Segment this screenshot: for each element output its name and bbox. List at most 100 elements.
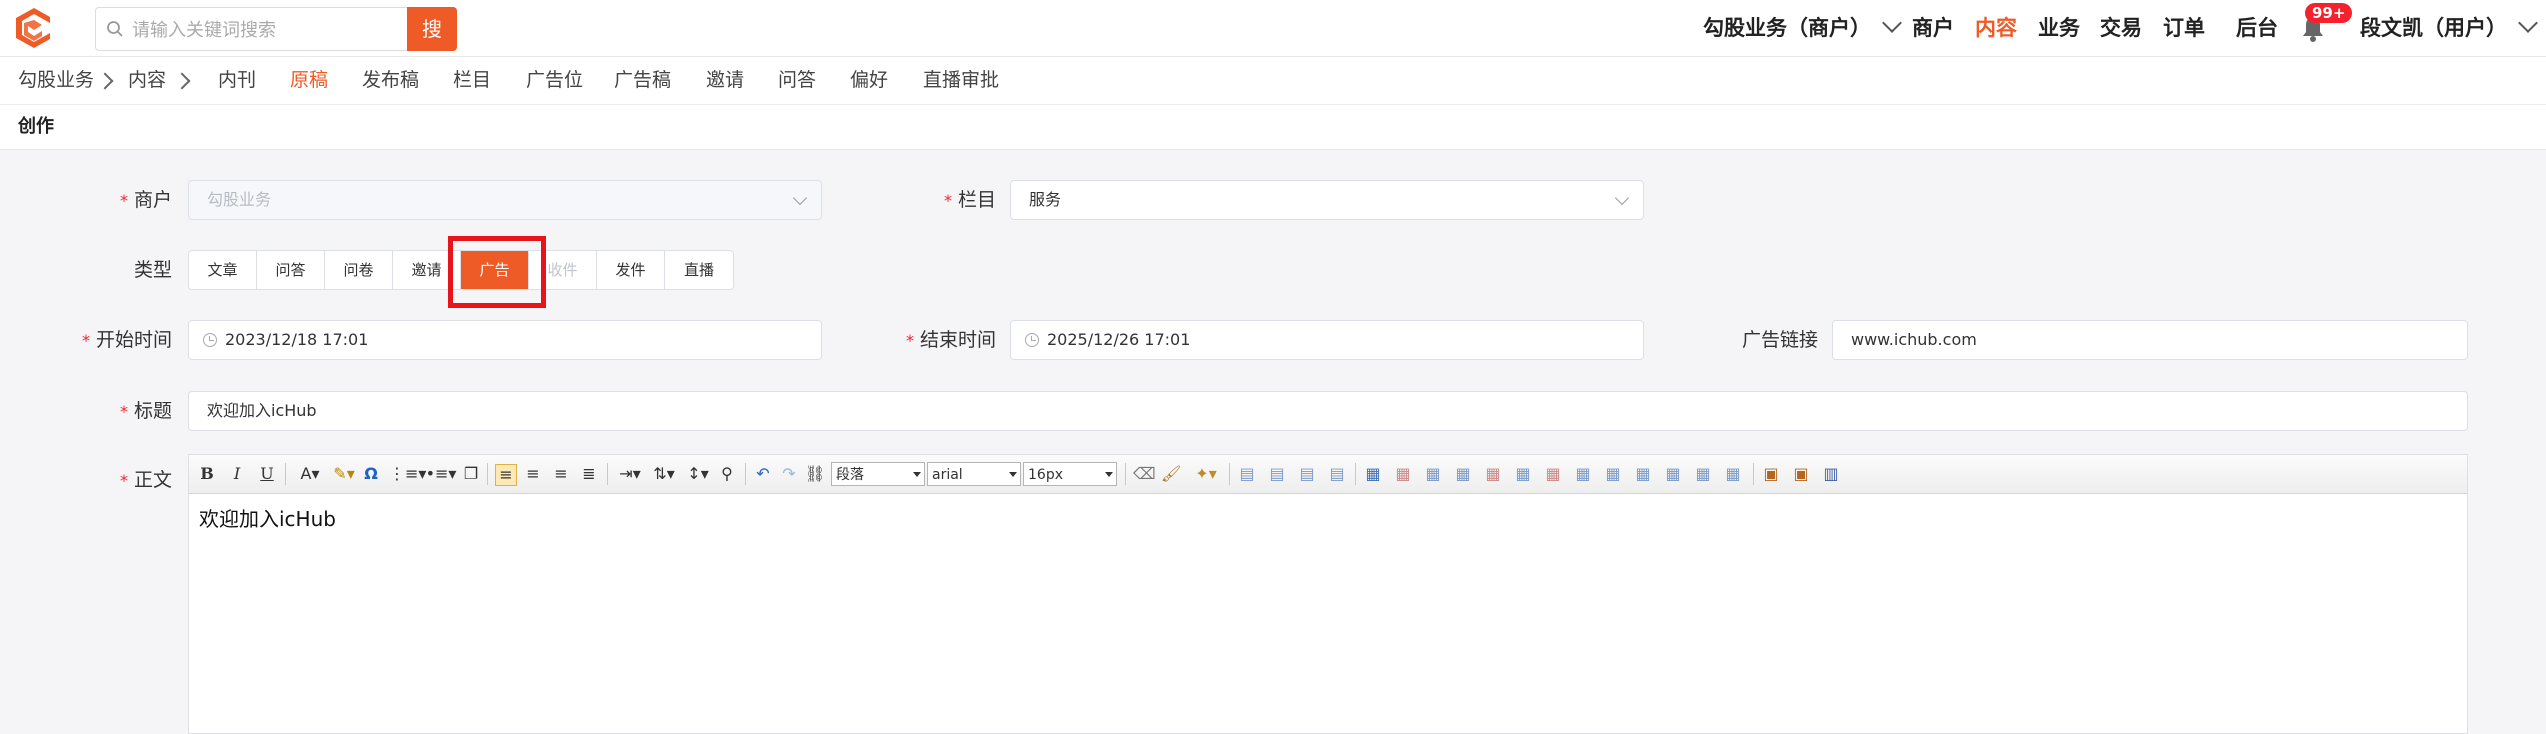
clock-icon bbox=[1025, 333, 1039, 347]
notification-badge: 99+ bbox=[2305, 3, 2353, 23]
editor-content[interactable]: 欢迎加入icHub bbox=[199, 503, 336, 532]
tab-columns[interactable]: 栏目 bbox=[453, 57, 491, 104]
special-char-button[interactable]: Ω bbox=[361, 464, 381, 484]
page-title: 创作 bbox=[18, 116, 54, 137]
nav-trade[interactable]: 交易 bbox=[2100, 0, 2142, 56]
start-time-value: 2023/12/18 17:01 bbox=[225, 330, 369, 349]
paragraph-spacing-icon[interactable]: ⇅▾ bbox=[649, 464, 679, 484]
insert-table-icon[interactable]: ▦ bbox=[1363, 464, 1383, 484]
unordered-list-icon[interactable]: •≡▾ bbox=[425, 464, 457, 484]
block-quote-icon[interactable]: ❐ bbox=[461, 464, 481, 484]
body-label-text: 正文 bbox=[133, 469, 172, 491]
type-option-outbox[interactable]: 发件 bbox=[597, 251, 665, 289]
tab-internal[interactable]: 内刊 bbox=[218, 57, 256, 104]
tab-ad-drafts[interactable]: 广告稿 bbox=[614, 57, 671, 104]
delete-table-icon[interactable]: ▦ bbox=[1393, 464, 1413, 484]
split-rows-icon[interactable]: ▦ bbox=[1693, 464, 1713, 484]
type-label-text: 类型 bbox=[133, 259, 172, 281]
insert-col-icon[interactable]: ▦ bbox=[1513, 464, 1533, 484]
undo-icon[interactable]: ↶ bbox=[753, 464, 773, 484]
merge-cells-icon[interactable]: ▦ bbox=[1573, 464, 1593, 484]
tab-live-approval[interactable]: 直播审批 bbox=[923, 57, 999, 104]
nav-merchant[interactable]: 商户 bbox=[1912, 0, 1954, 56]
nav-business[interactable]: 业务 bbox=[2038, 0, 2080, 56]
column-select[interactable]: 服务 bbox=[1010, 180, 1644, 220]
float-center-icon[interactable]: ▤ bbox=[1327, 464, 1347, 484]
float-right-icon[interactable]: ▤ bbox=[1297, 464, 1317, 484]
column-label: * 栏目 bbox=[943, 189, 996, 211]
breadcrumb-content[interactable]: 内容 bbox=[128, 57, 166, 104]
redo-icon[interactable]: ↷ bbox=[779, 464, 799, 484]
font-family-select[interactable]: arial bbox=[927, 462, 1021, 486]
ad-link-input[interactable]: www.ichub.com bbox=[1832, 320, 2468, 360]
bold-button[interactable]: B bbox=[197, 464, 217, 484]
insert-multi-image-icon[interactable]: ▣ bbox=[1791, 464, 1811, 484]
tab-published[interactable]: 发布稿 bbox=[362, 57, 419, 104]
delete-row-icon[interactable]: ▦ bbox=[1483, 464, 1503, 484]
split-cells-icon[interactable]: ▦ bbox=[1663, 464, 1683, 484]
toolbar-divider bbox=[745, 463, 746, 485]
float-left-icon[interactable]: ▤ bbox=[1237, 464, 1257, 484]
insert-video-icon[interactable]: ▥ bbox=[1821, 464, 1841, 484]
merchant-select: 勾股业务 bbox=[188, 180, 822, 220]
tab-draft[interactable]: 原稿 bbox=[290, 57, 328, 104]
italic-button[interactable]: I bbox=[227, 464, 247, 484]
link-icon[interactable]: ⛓ bbox=[805, 464, 825, 484]
find-replace-icon[interactable]: ⚲ bbox=[717, 464, 737, 484]
insert-paragraph-before-table-icon[interactable]: ▦ bbox=[1423, 464, 1443, 484]
align-right-icon[interactable]: ≡ bbox=[551, 464, 571, 484]
insert-image-icon[interactable]: ▣ bbox=[1761, 464, 1781, 484]
highlight-color-icon[interactable]: ✎▾ bbox=[329, 464, 359, 484]
search-button[interactable]: 搜 bbox=[407, 7, 457, 51]
format-painter-icon[interactable]: 🖌 bbox=[1161, 464, 1181, 484]
start-time-input[interactable]: 2023/12/18 17:01 bbox=[188, 320, 822, 360]
float-none-icon[interactable]: ▤ bbox=[1267, 464, 1287, 484]
nav-content[interactable]: 内容 bbox=[1975, 0, 2017, 56]
type-option-article[interactable]: 文章 bbox=[189, 251, 257, 289]
ad-link-value: www.ichub.com bbox=[1851, 330, 1977, 349]
type-option-survey[interactable]: 问卷 bbox=[325, 251, 393, 289]
column-value: 服务 bbox=[1029, 190, 1062, 209]
align-center-icon[interactable]: ≡ bbox=[523, 464, 543, 484]
type-option-live[interactable]: 直播 bbox=[665, 251, 733, 289]
type-option-qa[interactable]: 问答 bbox=[257, 251, 325, 289]
tab-qa[interactable]: 问答 bbox=[778, 57, 816, 104]
breadcrumb: 勾股业务 内容 内刊 原稿 发布稿 栏目 广告位 广告稿 邀请 问答 偏好 直播… bbox=[0, 57, 2546, 105]
font-color-icon[interactable]: A▾ bbox=[295, 464, 325, 484]
ordered-list-icon[interactable]: ⋮≡▾ bbox=[389, 464, 426, 484]
chevron-right-icon bbox=[96, 72, 114, 90]
tab-ad-slots[interactable]: 广告位 bbox=[526, 57, 583, 104]
toolbar-divider bbox=[1355, 463, 1356, 485]
toolbar-divider bbox=[285, 463, 286, 485]
tab-preferences[interactable]: 偏好 bbox=[850, 57, 888, 104]
merge-down-icon[interactable]: ▦ bbox=[1633, 464, 1653, 484]
toolbar-divider bbox=[607, 463, 608, 485]
delete-col-icon[interactable]: ▦ bbox=[1543, 464, 1563, 484]
insert-row-icon[interactable]: ▦ bbox=[1453, 464, 1473, 484]
title-input[interactable]: 欢迎加入icHub bbox=[188, 391, 2468, 431]
font-size-select[interactable]: 16px bbox=[1023, 462, 1117, 486]
editor-toolbar: B I U A▾ ✎▾ Ω ⋮≡▾ •≡▾ ❐ ≡ ≡ ≡ ≣ ⇥▾ ⇅▾ ↕▾… bbox=[189, 455, 2467, 494]
nav-orders[interactable]: 订单 bbox=[2163, 0, 2205, 56]
nav-admin[interactable]: 后台 bbox=[2236, 0, 2278, 56]
toolbar-divider bbox=[487, 463, 488, 485]
split-cols-icon[interactable]: ▦ bbox=[1723, 464, 1743, 484]
breadcrumb-merchant[interactable]: 勾股业务 bbox=[18, 57, 94, 104]
merchant-switch[interactable]: 勾股业务（商户） bbox=[1703, 0, 1902, 56]
tab-invites[interactable]: 邀请 bbox=[706, 57, 744, 104]
logo-icon[interactable] bbox=[12, 6, 56, 50]
line-height-icon[interactable]: ↕▾ bbox=[683, 464, 713, 484]
merge-right-icon[interactable]: ▦ bbox=[1603, 464, 1623, 484]
underline-button[interactable]: U bbox=[257, 464, 277, 484]
end-time-input[interactable]: 2025/12/26 17:01 bbox=[1010, 320, 1644, 360]
end-time-label: * 结束时间 bbox=[905, 329, 996, 351]
user-menu[interactable]: 段文凯（用户） bbox=[2360, 0, 2538, 56]
eraser-icon[interactable]: ⌫ bbox=[1133, 464, 1156, 484]
align-justify-icon[interactable]: ≣ bbox=[579, 464, 599, 484]
indent-icon[interactable]: ⇥▾ bbox=[615, 464, 645, 484]
toolbar-divider bbox=[1229, 463, 1230, 485]
paragraph-select[interactable]: 段落 bbox=[831, 462, 925, 486]
align-left-icon[interactable]: ≡ bbox=[495, 464, 517, 486]
search-input[interactable] bbox=[130, 14, 404, 46]
auto-format-icon[interactable]: ✦▾ bbox=[1189, 464, 1223, 484]
